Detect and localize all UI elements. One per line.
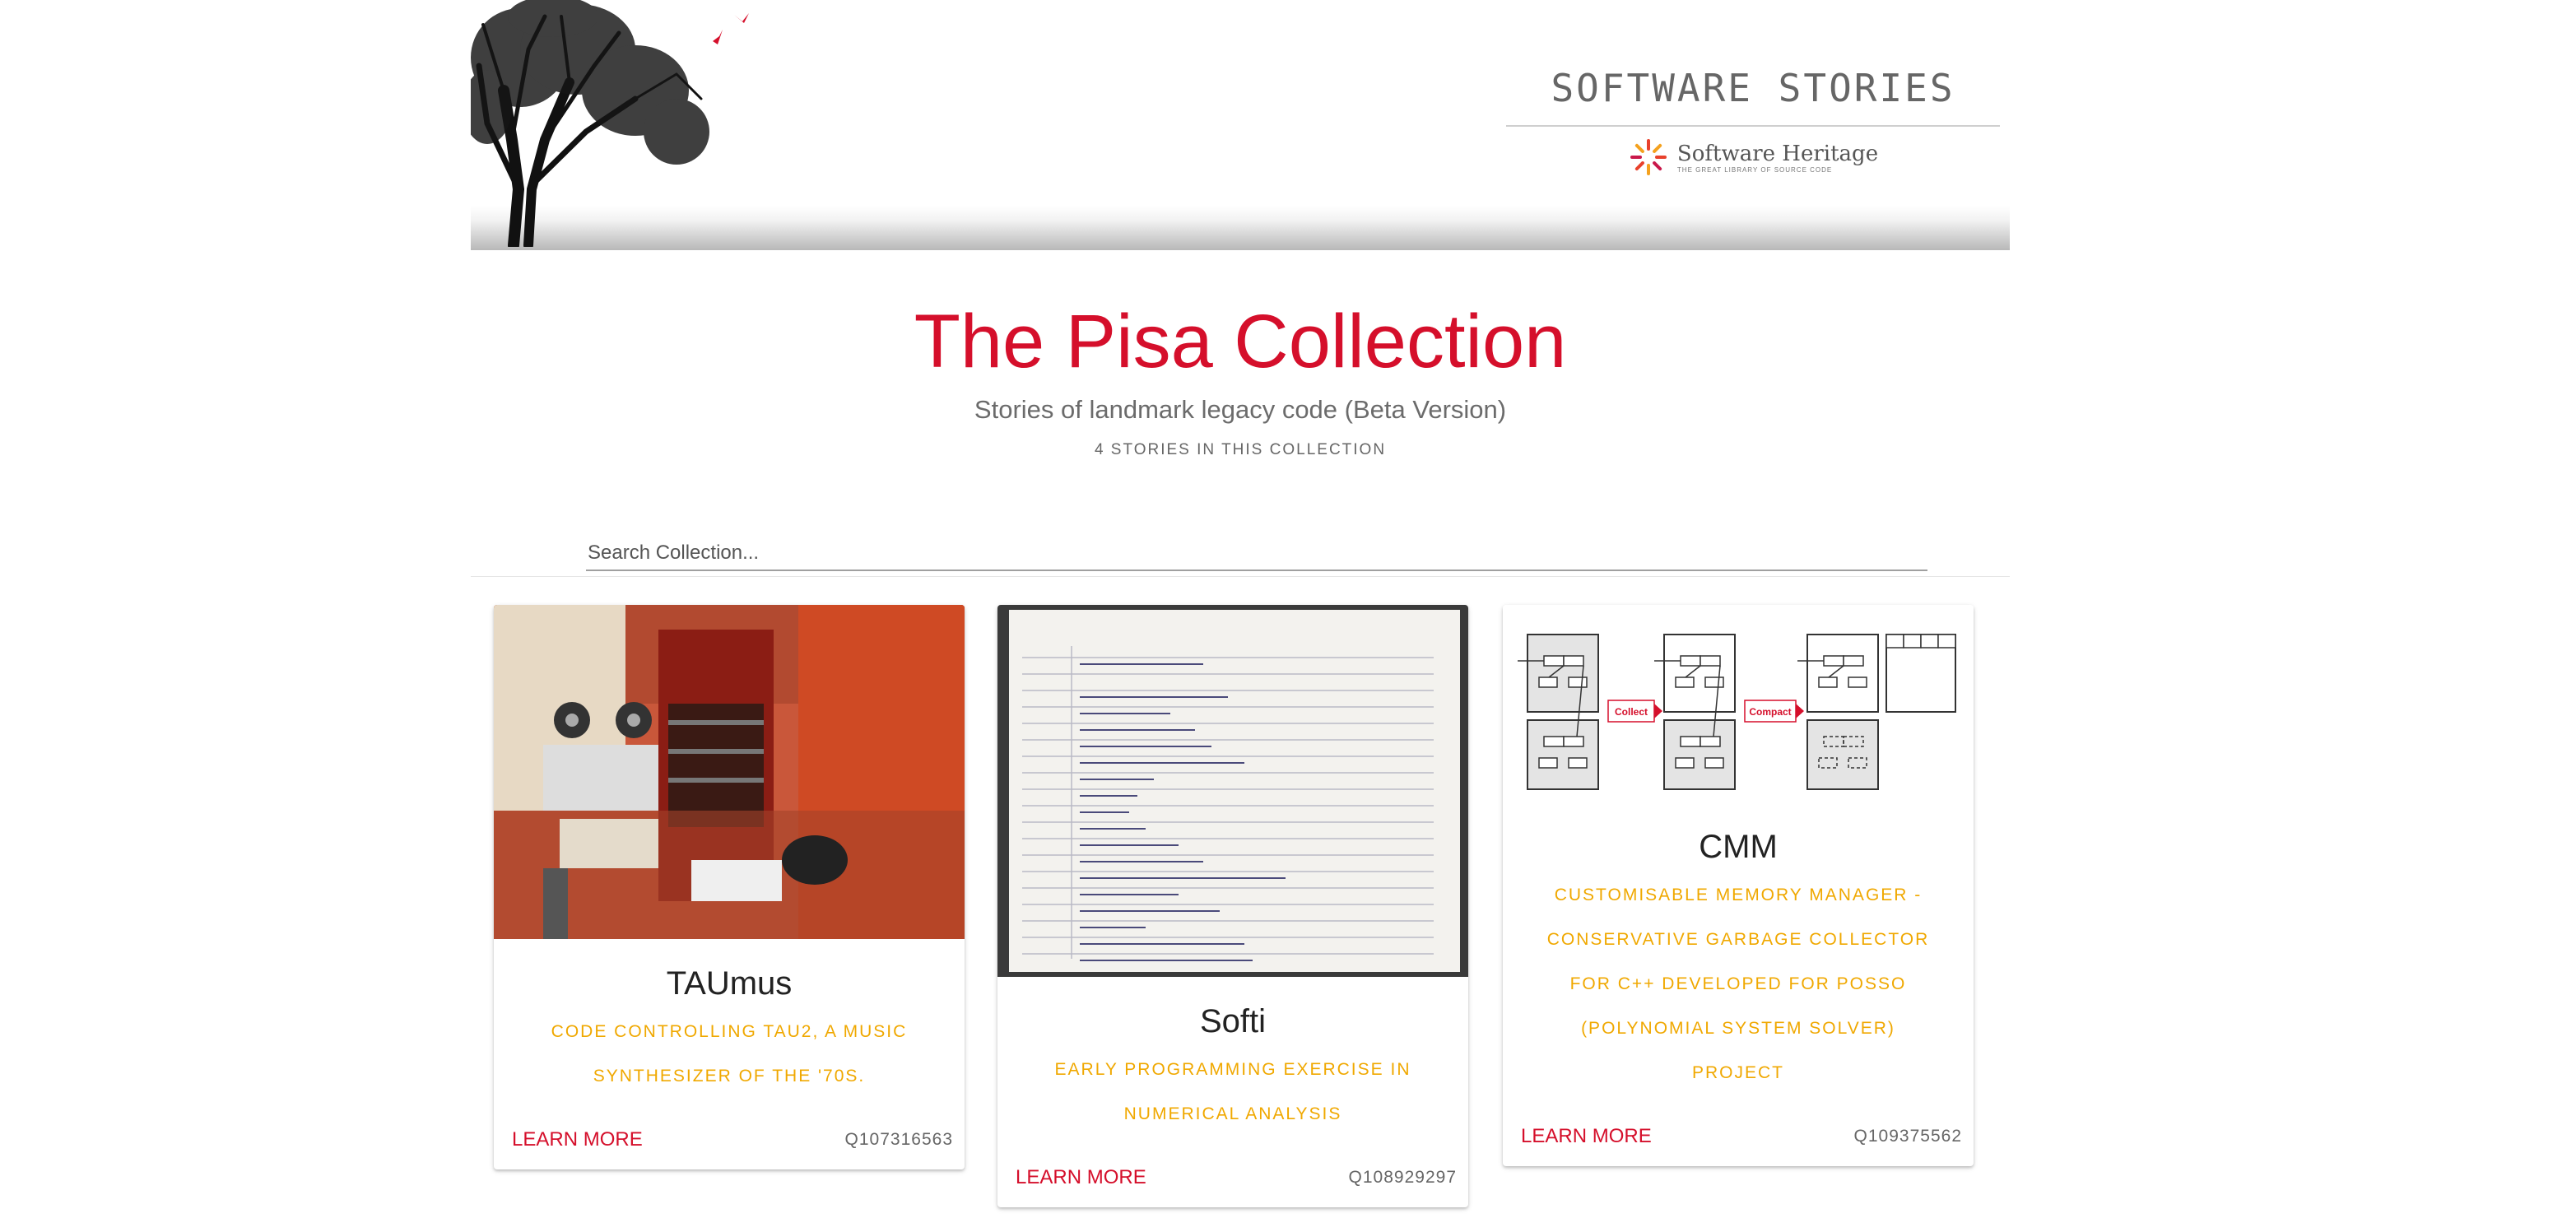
card-description: CODE CONTROLLING TAU2, A MUSIC SYNTHESIZ…	[551, 1022, 908, 1086]
card-footer: LEARN MORE Q109375562	[1503, 1115, 1974, 1158]
card-description: EARLY PROGRAMMING EXERCISE IN NUMERICAL …	[1054, 1060, 1411, 1123]
story-card-cmm[interactable]: Collect Compact CMM CUSTOMISABLE MEMORY …	[1503, 605, 1974, 1166]
learn-more-link[interactable]: LEARN MORE	[1016, 1166, 1146, 1189]
taumus-photo	[494, 605, 965, 939]
compact-label: Compact	[1749, 706, 1791, 718]
page-subtitle: Stories of landmark legacy code (Beta Ve…	[974, 395, 1507, 424]
page-title: The Pisa Collection	[914, 300, 1567, 384]
story-card-taumus[interactable]: TAUmus CODE CONTROLLING TAU2, A MUSIC SY…	[494, 605, 965, 1169]
cmm-memory-diagram: Collect Compact	[1503, 605, 1974, 802]
software-heritage-name: Software Heritage	[1676, 141, 1879, 166]
card-footer: LEARN MORE Q108929297	[997, 1156, 1468, 1199]
softi-coding-sheet-photo	[997, 605, 1468, 977]
wikidata-id: Q109375562	[1853, 1127, 1962, 1146]
story-count: 4 STORIES IN THIS COLLECTION	[1094, 441, 1387, 458]
collect-label: Collect	[1615, 706, 1648, 718]
learn-more-link[interactable]: LEARN MORE	[1521, 1125, 1652, 1148]
story-card-softi[interactable]: Softi EARLY PROGRAMMING EXERCISE IN NUME…	[997, 605, 1468, 1207]
search-input[interactable]	[586, 537, 1927, 571]
collection-heading: The Pisa Collection Stories of landmark …	[471, 296, 2010, 459]
card-footer: LEARN MORE Q107316563	[494, 1118, 965, 1161]
software-heritage-logo[interactable]: Software Heritage THE GREAT LIBRARY OF S…	[1506, 137, 2000, 178]
brand-block: SOFTWARE STORIES Software Heritage THE G…	[1506, 66, 2000, 178]
software-heritage-flower-icon	[1630, 139, 1667, 175]
card-title: CMM	[1699, 829, 1778, 865]
wikidata-id: Q107316563	[844, 1130, 953, 1149]
wikidata-id: Q108929297	[1348, 1168, 1457, 1187]
card-title: TAUmus	[666, 965, 793, 1002]
site-header: SOFTWARE STORIES Software Heritage THE G…	[471, 0, 2010, 250]
card-title: Softi	[1199, 1003, 1267, 1039]
tree-silhouette-image	[471, 0, 709, 247]
brand-title: SOFTWARE STORIES	[1551, 66, 1955, 110]
software-heritage-tagline: THE GREAT LIBRARY OF SOURCE CODE	[1676, 165, 1833, 174]
search-bar	[471, 535, 2010, 577]
learn-more-link[interactable]: LEARN MORE	[512, 1128, 643, 1151]
birds-icon	[713, 13, 749, 44]
card-description: CUSTOMISABLE MEMORY MANAGER - CONSERVATI…	[1546, 886, 1930, 1082]
brand-divider	[1506, 125, 2000, 127]
